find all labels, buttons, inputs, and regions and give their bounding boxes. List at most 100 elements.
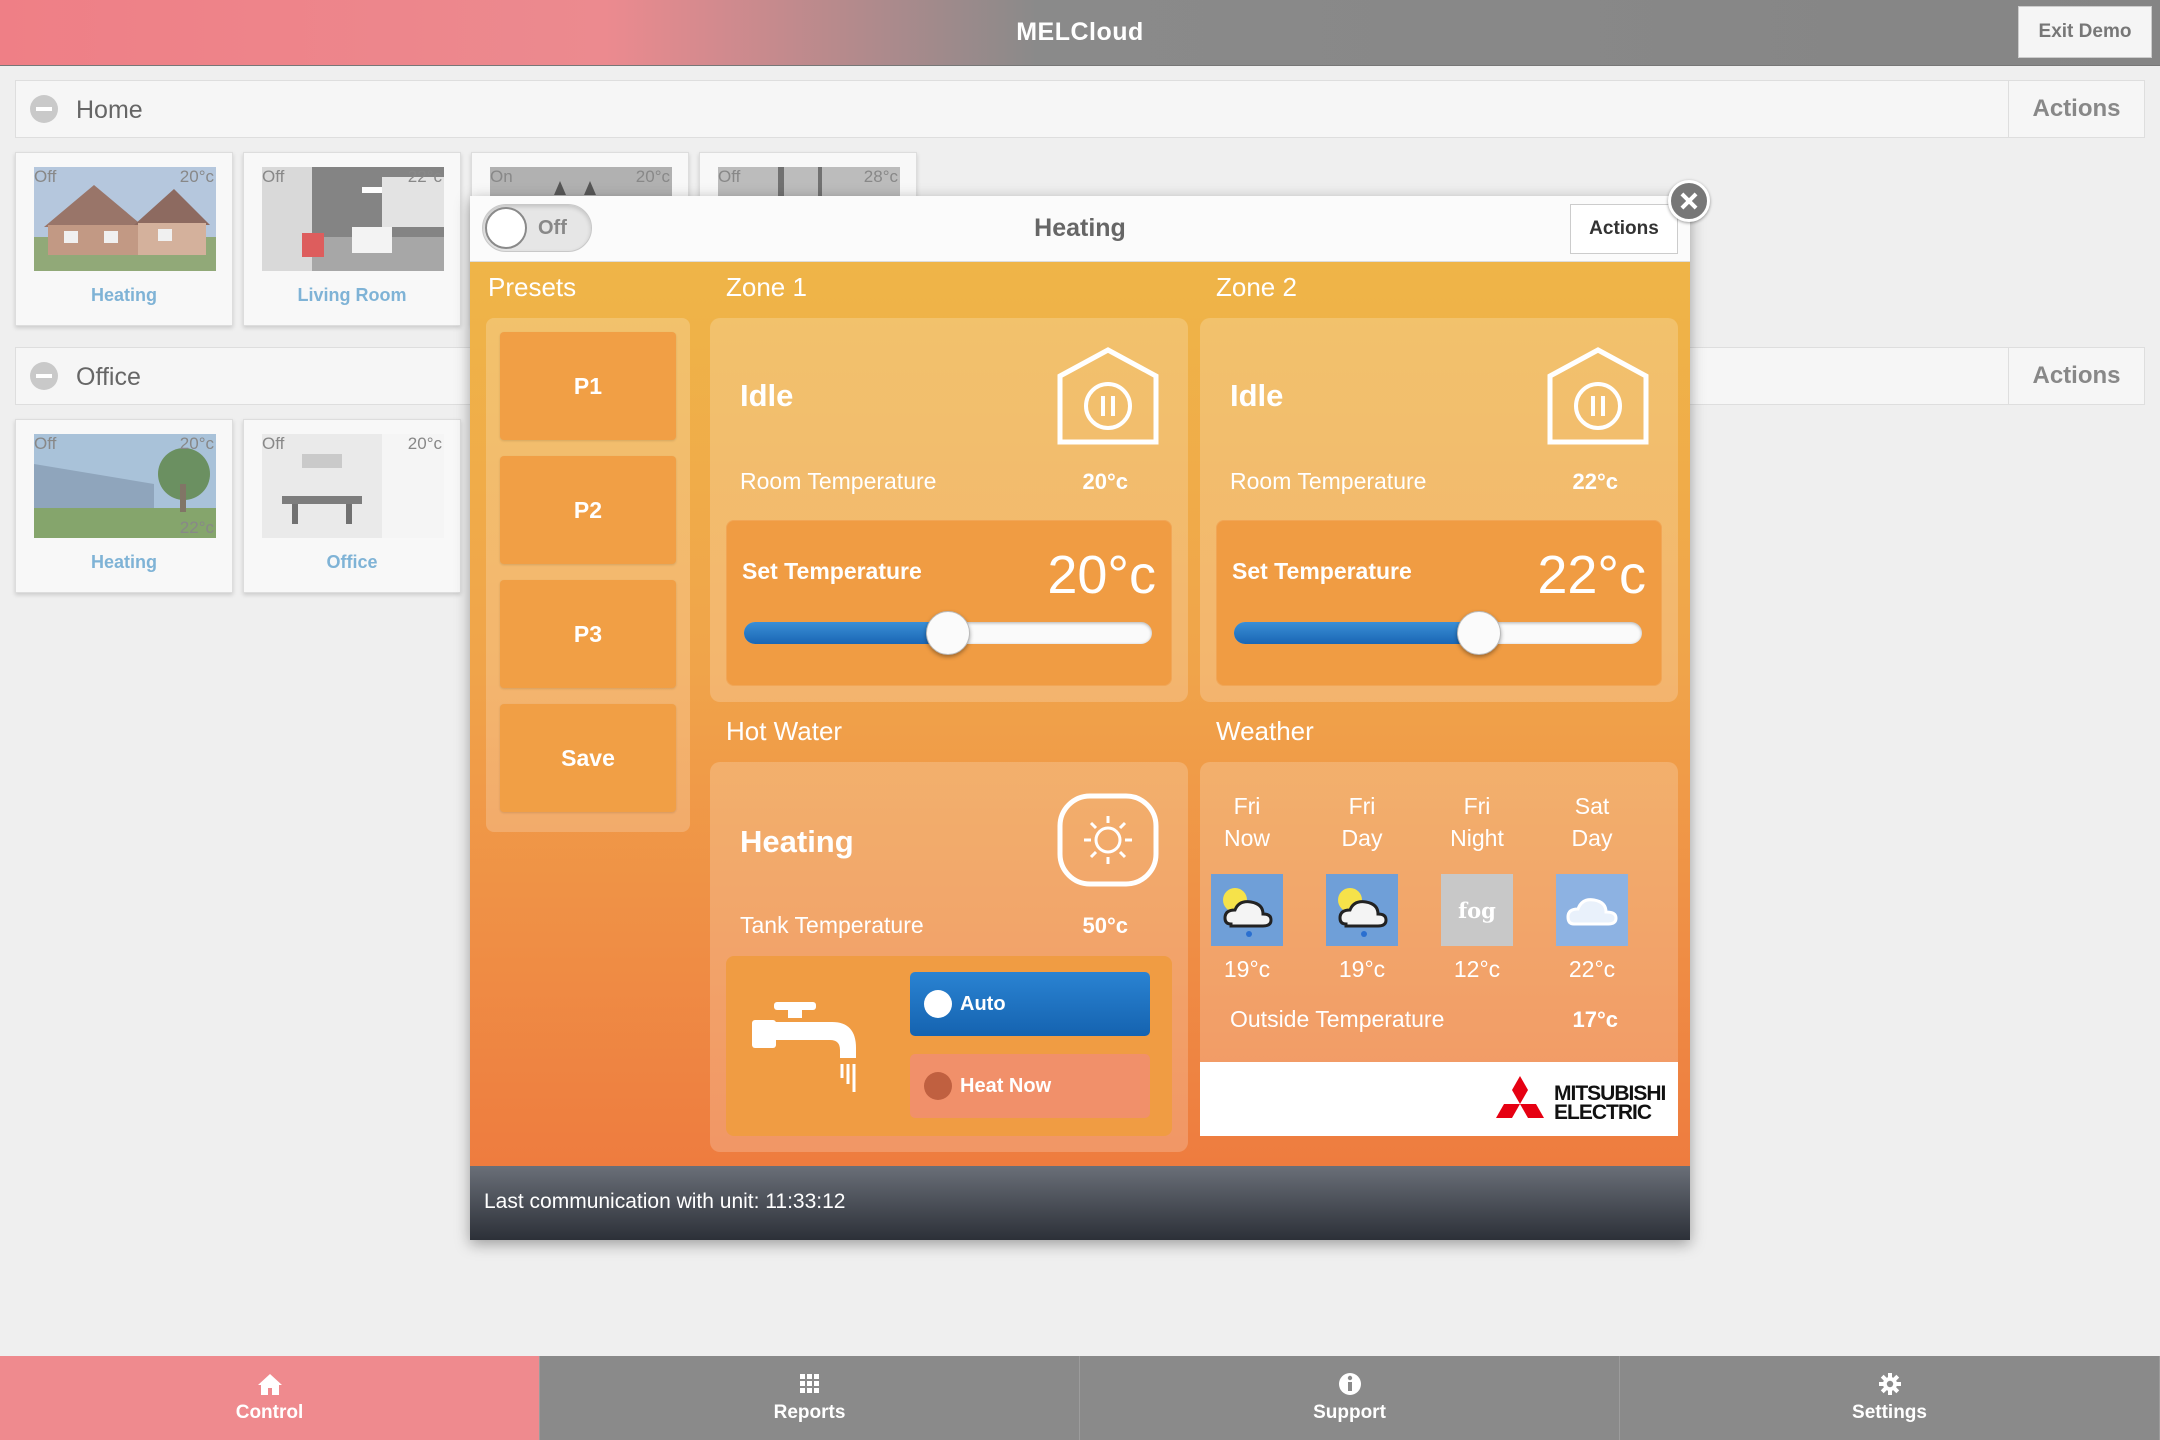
collapse-icon[interactable] bbox=[30, 95, 58, 123]
heat-now-label: Heat Now bbox=[960, 1074, 1052, 1097]
slider-fill bbox=[744, 622, 948, 644]
nav-control[interactable]: Control bbox=[0, 1356, 540, 1440]
exit-demo-button[interactable]: Exit Demo bbox=[2018, 6, 2152, 58]
gear-icon bbox=[1878, 1373, 1901, 1395]
nav-settings[interactable]: Settings bbox=[1620, 1356, 2160, 1440]
nav-support[interactable]: Support bbox=[1080, 1356, 1620, 1440]
device-card-heating[interactable]: Off 20°c Heating bbox=[15, 152, 233, 326]
zone2-title: Zone 2 bbox=[1216, 272, 1297, 302]
forecast-temp: 22°c bbox=[1568, 956, 1616, 982]
brand-logo: MITSUBISHI ELECTRIC bbox=[1200, 1062, 1678, 1136]
weather-panel: Fri Now Fri Day Fri Night Sat Day fog 19… bbox=[1200, 762, 1678, 1136]
device-state: Off bbox=[262, 167, 285, 186]
forecast-period: Day bbox=[1341, 825, 1383, 851]
group-bar-home[interactable]: Home Actions bbox=[15, 80, 2145, 138]
home-icon bbox=[257, 1374, 282, 1395]
set-temp-box: Set Temperature 22°c bbox=[1216, 520, 1662, 686]
set-temp-slider[interactable] bbox=[744, 611, 1152, 655]
zone-status: Idle bbox=[1230, 378, 1284, 413]
device-card-living-room[interactable]: Off 22°c Living Room bbox=[243, 152, 461, 326]
device-name: Living Room bbox=[297, 285, 407, 305]
device-state: Off bbox=[34, 167, 57, 186]
preset-p1-button[interactable]: P1 bbox=[500, 332, 676, 440]
group-name: Home bbox=[76, 96, 143, 124]
fog-icon: fog bbox=[1441, 874, 1513, 946]
group-actions-button[interactable]: Actions bbox=[2008, 348, 2144, 404]
house-pause-icon bbox=[1547, 347, 1649, 445]
device-temp: 20°c bbox=[635, 167, 670, 186]
modal-actions-button[interactable]: Actions bbox=[1570, 204, 1678, 254]
zone1-title: Zone 1 bbox=[726, 272, 807, 302]
forecast-label: Sat Day bbox=[1537, 790, 1647, 854]
preset-save-button[interactable]: Save bbox=[500, 704, 676, 812]
close-icon[interactable] bbox=[1668, 180, 1710, 222]
forecast-temp: 12°c bbox=[1453, 956, 1501, 982]
collapse-icon[interactable] bbox=[30, 362, 58, 390]
mitsubishi-diamonds-icon bbox=[1496, 1076, 1544, 1118]
preset-p3-button[interactable]: P3 bbox=[500, 580, 676, 688]
tap-icon bbox=[752, 1002, 856, 1092]
brand-line2: ELECTRIC bbox=[1554, 1101, 1652, 1124]
forecast-label: Fri Night bbox=[1422, 790, 1532, 854]
forecast-period: Now bbox=[1223, 825, 1270, 851]
app-title: MELCloud bbox=[1016, 18, 1144, 46]
tank-temp-label: Tank Temperature bbox=[740, 912, 924, 938]
group-actions-button[interactable]: Actions bbox=[2008, 81, 2144, 137]
forecast-temp: 19°c bbox=[1338, 956, 1386, 982]
nav-label: Support bbox=[1313, 1402, 1386, 1423]
device-name: Heating bbox=[90, 285, 157, 305]
room-temp-label: Room Temperature bbox=[740, 468, 937, 494]
preset-p2-button[interactable]: P2 bbox=[500, 456, 676, 564]
device-temp: 22°c bbox=[407, 167, 442, 186]
device-name: Heating bbox=[90, 552, 157, 572]
device-temp: 20°c bbox=[179, 434, 214, 453]
nav-reports[interactable]: Reports bbox=[540, 1356, 1080, 1440]
set-temp-label: Set Temperature bbox=[1232, 558, 1412, 584]
tank-temp-value: 50°c bbox=[1082, 913, 1128, 938]
device-temp: 20°c bbox=[407, 434, 442, 453]
auto-label: Auto bbox=[960, 992, 1006, 1015]
tank-sun-icon bbox=[1057, 793, 1159, 887]
presets-title: Presets bbox=[488, 272, 577, 302]
info-icon bbox=[1338, 1373, 1361, 1395]
heat-now-button[interactable]: Heat Now bbox=[910, 1054, 1150, 1118]
set-temp-box: Set Temperature 20°c bbox=[726, 520, 1172, 686]
grid-icon bbox=[799, 1374, 819, 1393]
zone-status: Idle bbox=[740, 378, 794, 413]
forecast-label: Fri Now bbox=[1192, 790, 1302, 854]
room-temp-value: 22°c bbox=[1572, 469, 1618, 494]
auto-radio-icon bbox=[924, 990, 952, 1018]
outside-temp-label: Outside Temperature bbox=[1230, 1006, 1445, 1032]
zone2-panel: Idle Room Temperature 22°c Set Temperatu… bbox=[1200, 318, 1678, 702]
device-state: Off bbox=[262, 434, 285, 453]
heating-modal: Off Heating Actions Presets P1 P2 P3 Sav… bbox=[470, 180, 1710, 1240]
slider-thumb[interactable] bbox=[1456, 611, 1501, 655]
heat-now-radio-icon bbox=[924, 1072, 952, 1100]
nav-label: Settings bbox=[1852, 1402, 1927, 1423]
forecast-day: Fri bbox=[1463, 793, 1491, 819]
hot-water-title: Hot Water bbox=[726, 716, 843, 746]
last-communication: Last communication with unit: 11:33:12 bbox=[484, 1190, 846, 1213]
forecast-day: Fri bbox=[1348, 793, 1376, 819]
set-temp-value: 22°c bbox=[1537, 545, 1646, 605]
device-card-office-heating[interactable]: Off 20°c 22°c Heating bbox=[15, 419, 233, 593]
nav-label: Control bbox=[235, 1402, 304, 1423]
device-temp-secondary: 22°c bbox=[179, 518, 214, 537]
modal-header: Off Heating Actions bbox=[470, 196, 1690, 262]
device-state: Off bbox=[718, 167, 741, 186]
set-temp-slider[interactable] bbox=[1234, 611, 1642, 655]
set-temp-value: 20°c bbox=[1047, 545, 1156, 605]
slider-fill bbox=[1234, 622, 1479, 644]
device-card-office[interactable]: Off 20°c Office bbox=[243, 419, 461, 593]
device-temp: 28°c bbox=[863, 167, 898, 186]
forecast-temp: 19°c bbox=[1223, 956, 1271, 982]
forecast-day: Fri bbox=[1233, 793, 1261, 819]
modal-footer: Last communication with unit: 11:33:12 bbox=[470, 1166, 1690, 1240]
auto-button[interactable]: Auto bbox=[910, 972, 1150, 1036]
modal-title: Heating bbox=[1034, 214, 1126, 242]
forecast-label: Fri Day bbox=[1307, 790, 1417, 854]
hot-water-controls: Auto Heat Now bbox=[726, 956, 1172, 1136]
forecast-day: Sat bbox=[1574, 793, 1610, 819]
slider-thumb[interactable] bbox=[926, 611, 970, 655]
outside-temp-value: 17°c bbox=[1572, 1007, 1618, 1032]
